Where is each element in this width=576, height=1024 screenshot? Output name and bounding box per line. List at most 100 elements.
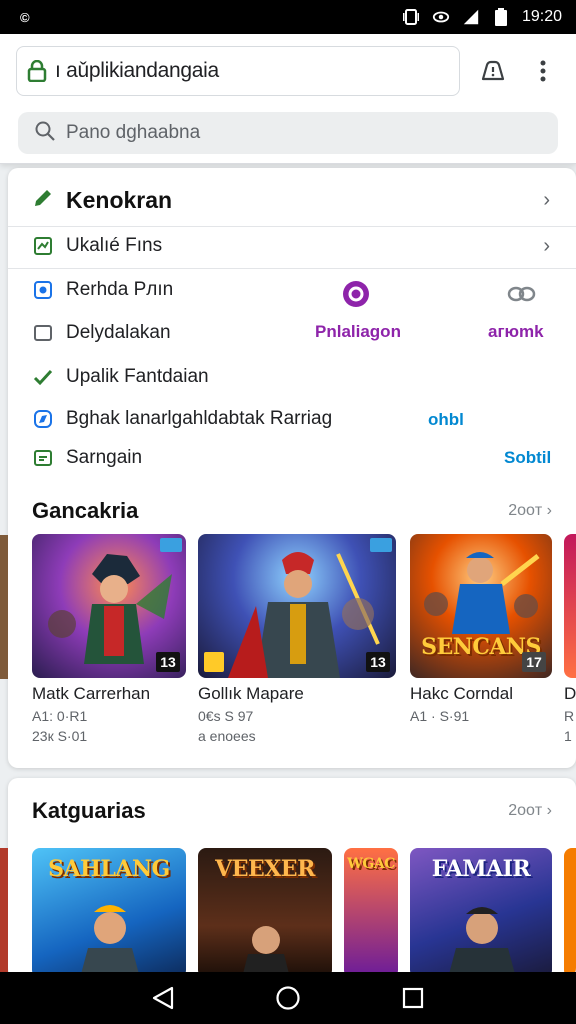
menu-card: Kenokran › Ukalıé Fıns › Rerhda Pлın Del…: [8, 168, 576, 768]
pencil-icon: [32, 187, 54, 214]
more-options-button[interactable]: [526, 54, 560, 88]
menu-item-label: Ukalıé Fıns: [66, 235, 163, 256]
more-vert-icon: [540, 60, 546, 82]
game-meta: A1 · S·91: [410, 708, 470, 724]
game-meta-2: a enoees: [198, 728, 256, 744]
game-meta: A1: 0·R1: [32, 708, 88, 724]
back-icon: [152, 986, 173, 1010]
category-logo: WGAC: [347, 856, 395, 872]
search-icon: [34, 120, 56, 147]
game-title: Gollık Mapare: [198, 684, 304, 703]
game-thumbnail: 13: [198, 534, 396, 678]
categories-section-title: Katguarias: [32, 798, 146, 823]
game-thumbnail: 13: [32, 534, 186, 678]
signal-icon: [462, 8, 480, 26]
game-meta-2: 1: [564, 728, 572, 744]
compass-icon: [32, 408, 54, 430]
see-all-label: 2ooт: [508, 802, 543, 819]
home-button[interactable]: [268, 978, 308, 1018]
game-meta: 0€s S 97: [198, 708, 254, 724]
see-all-label: 2ooт: [508, 502, 543, 519]
status-left-label: ©: [20, 9, 30, 25]
lock-icon: [27, 59, 47, 83]
store-badge: [160, 538, 182, 552]
shield-icon: [32, 279, 54, 301]
url-bar[interactable]: ı aǔplikiandangaia: [16, 46, 460, 96]
vibrate-icon: [402, 8, 420, 26]
category-logo: SAHLANG: [48, 856, 170, 882]
game-meta: R: [564, 708, 575, 724]
purple-label: Pnlaliagon: [315, 322, 401, 341]
game-logo-badge: [204, 652, 224, 672]
menu-title: Kenokran: [66, 186, 173, 213]
menu-item-3[interactable]: Upalik Fantdaian: [8, 357, 576, 397]
categories-card: Katguarias 2ooт › SAHLANG VEEXER WGAC FA…: [8, 778, 576, 978]
chevron-right-icon: ›: [543, 234, 550, 257]
menu-item-label: Rerhda Pлın: [66, 279, 174, 300]
left-edge-peek: [0, 535, 8, 679]
chevron-right-icon: ›: [543, 188, 550, 211]
category-tile-peek[interactable]: [564, 848, 576, 978]
age-rating: 13: [156, 652, 180, 672]
system-nav-bar: [0, 972, 576, 1024]
categories-see-all[interactable]: 2ooт ›: [508, 802, 552, 820]
games-see-all[interactable]: 2ooт ›: [508, 502, 552, 520]
game-title: Hakc Corndal: [410, 684, 513, 703]
search-placeholder: Pano dghaabna: [66, 122, 201, 143]
menu-item-0[interactable]: Ukalıé Fıns ›: [8, 226, 576, 266]
ticket-icon: [32, 447, 54, 469]
category-tile[interactable]: VEEXER: [198, 848, 332, 978]
game-meta-2: 23к S·01: [32, 728, 88, 744]
menu-item-label: Delydalakan: [66, 322, 171, 343]
game-title: D: [564, 684, 576, 703]
back-button[interactable]: [143, 978, 183, 1018]
alert-button[interactable]: [476, 54, 510, 88]
status-icons: 19:20: [402, 8, 562, 26]
status-bar: © 19:20: [0, 0, 576, 34]
game-card[interactable]: SENCANS 17 Hakc Corndal A1 · S·91: [410, 534, 552, 724]
recents-icon: [403, 987, 424, 1009]
blue-label-2[interactable]: Sobtil: [504, 448, 551, 468]
eye-icon: [432, 8, 450, 26]
app-header: ı aǔplikiandangaia Pano dghaabna: [0, 34, 576, 164]
menu-item-5[interactable]: Sarngain: [8, 438, 576, 478]
games-section-title: Gancakria: [32, 498, 139, 523]
category-logo: FAMAIR: [431, 856, 531, 882]
game-thumbnail: SENCANS 17: [410, 534, 552, 678]
game-card[interactable]: 13 Matk Carrerhan A1: 0·R1 23к S·01: [32, 534, 186, 744]
menu-item-label: Bghak lanarlgahldabtak Rarriag: [66, 408, 333, 429]
game-thumbnail: [564, 534, 576, 678]
recents-button[interactable]: [393, 978, 433, 1018]
store-badge: [370, 538, 392, 552]
menu-item-label: Sarngain: [66, 447, 143, 468]
chart-icon: [32, 235, 54, 257]
check-icon: [32, 366, 54, 388]
home-icon: [276, 986, 300, 1010]
menu-item-1[interactable]: Rerhda Pлın: [8, 270, 576, 310]
age-rating: 17: [522, 652, 546, 672]
screen: © 19:20 ı aǔplikiandangaia Pano dghaabna…: [0, 0, 576, 1024]
game-card-peek[interactable]: D R 1: [564, 534, 576, 744]
clock: 19:20: [521, 8, 562, 25]
menu-item-4[interactable]: Bghak lanarlgahldabtak Rarriag: [8, 399, 576, 439]
left-edge-peek: [0, 848, 8, 972]
battery-icon: [492, 8, 510, 26]
purple-label-2: aгюmk: [488, 322, 544, 341]
menu-item-label: Upalik Fantdaian: [66, 366, 209, 387]
square-icon: [32, 322, 54, 344]
game-card[interactable]: 13 Gollık Mapare 0€s S 97 a enoees: [198, 534, 396, 744]
category-logo: VEEXER: [215, 856, 315, 882]
alert-icon: [481, 60, 505, 81]
game-title: Matk Carrerhan: [32, 684, 151, 703]
category-tile[interactable]: FAMAIR: [410, 848, 552, 978]
purple-circle-icon[interactable]: [342, 280, 370, 313]
url-text: ı aǔplikiandangaia: [55, 59, 219, 82]
menu-header[interactable]: Kenokran ›: [8, 180, 576, 220]
blue-label: ohbl: [428, 410, 464, 429]
divider: [8, 268, 576, 269]
link-icon[interactable]: [506, 282, 538, 311]
search-bar[interactable]: Pano dghaabna: [18, 112, 558, 154]
category-tile[interactable]: SAHLANG: [32, 848, 186, 978]
age-rating: 13: [366, 652, 390, 672]
category-tile[interactable]: WGAC: [344, 848, 398, 978]
